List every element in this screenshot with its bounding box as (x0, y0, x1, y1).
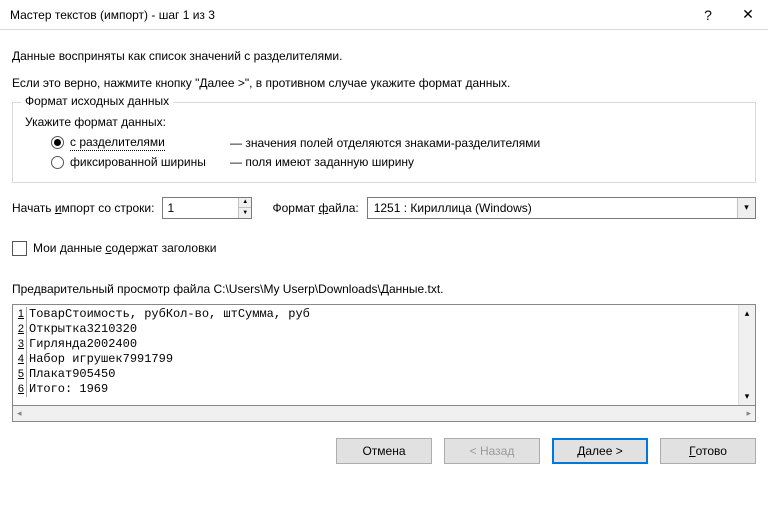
radio-fixed-desc: — поля имеют заданную ширину (230, 155, 414, 169)
preview-line: 1ТоварСтоимость, рубКол-во, штСумма, руб (15, 307, 738, 322)
file-format-select[interactable]: 1251 : Кириллица (Windows) ▾ (367, 197, 756, 219)
cancel-button[interactable]: Отмена (336, 438, 432, 464)
line-text: Гирлянда2002400 (29, 337, 137, 352)
finish-button[interactable]: Готово (660, 438, 756, 464)
chevron-down-icon[interactable]: ▾ (737, 198, 755, 218)
scroll-left-icon[interactable]: ◂ (17, 408, 22, 419)
intro-line-1: Данные восприняты как список значений с … (12, 48, 756, 65)
line-text: Набор игрушек7991799 (29, 352, 173, 367)
line-number: 1 (15, 307, 27, 322)
dialog-content: Данные восприняты как список значений с … (0, 30, 768, 422)
preview-lines: 1ТоварСтоимость, рубКол-во, штСумма, руб… (13, 305, 738, 405)
window-title: Мастер текстов (импорт) - шаг 1 из 3 (10, 8, 688, 22)
radio-delimited-desc: — значения полей отделяются знаками-разд… (230, 136, 540, 150)
group-legend: Формат исходных данных (21, 94, 173, 108)
scroll-right-icon[interactable]: ▸ (746, 408, 751, 419)
radio-delimited-label: с разделителями (70, 135, 165, 151)
line-number: 6 (15, 382, 27, 397)
import-start-row: Начать импорт со строки: ▲ ▼ Формат файл… (12, 197, 756, 219)
line-text: Открытка3210320 (29, 322, 137, 337)
radio-fixed-input[interactable] (51, 156, 64, 169)
scroll-down-icon[interactable]: ▾ (739, 388, 755, 405)
next-button[interactable]: Далее > (552, 438, 648, 464)
line-text: ТоварСтоимость, рубКол-во, штСумма, руб (29, 307, 310, 322)
headers-checkbox[interactable] (12, 241, 27, 256)
vertical-scrollbar[interactable]: ▴ ▾ (738, 305, 755, 405)
format-prompt: Укажите формат данных: (25, 115, 745, 129)
scroll-up-icon[interactable]: ▴ (739, 305, 755, 322)
dialog-buttons: Отмена < Назад Далее > Готово (0, 426, 768, 476)
source-format-group: Формат исходных данных Укажите формат да… (12, 102, 756, 183)
spinner-down-icon[interactable]: ▼ (239, 207, 251, 218)
intro-line-2: Если это верно, нажмите кнопку "Далее >"… (12, 75, 756, 92)
preview-box: 1ТоварСтоимость, рубКол-во, штСумма, руб… (12, 304, 756, 406)
start-row-input[interactable] (163, 198, 238, 218)
radio-fixed-label: фиксированной ширины (70, 155, 220, 170)
line-number: 2 (15, 322, 27, 337)
preview-line: 6Итого: 1969 (15, 382, 738, 397)
spinner-up-icon[interactable]: ▲ (239, 198, 251, 208)
back-button[interactable]: < Назад (444, 438, 540, 464)
headers-checkbox-row[interactable]: Мои данные содержат заголовки (12, 241, 756, 256)
radio-delimited[interactable]: с разделителями — значения полей отделяю… (51, 135, 745, 151)
radio-delimited-input[interactable] (51, 136, 64, 149)
help-button[interactable]: ? (688, 0, 728, 30)
preview-label: Предварительный просмотр файла C:\Users\… (12, 282, 756, 296)
file-format-label: Формат файла: (272, 201, 358, 215)
preview-line: 4Набор игрушек7991799 (15, 352, 738, 367)
line-number: 3 (15, 337, 27, 352)
start-row-spinner[interactable]: ▲ ▼ (162, 197, 252, 219)
headers-checkbox-label: Мои данные содержат заголовки (33, 241, 216, 255)
line-text: Итого: 1969 (29, 382, 108, 397)
titlebar: Мастер текстов (импорт) - шаг 1 из 3 ? ✕ (0, 0, 768, 30)
start-row-label: Начать импорт со строки: (12, 201, 154, 215)
line-number: 5 (15, 367, 27, 382)
close-button[interactable]: ✕ (728, 0, 768, 30)
preview-line: 3Гирлянда2002400 (15, 337, 738, 352)
line-text: Плакат905450 (29, 367, 115, 382)
preview-line: 5Плакат905450 (15, 367, 738, 382)
preview-line: 2Открытка3210320 (15, 322, 738, 337)
file-format-value: 1251 : Кириллица (Windows) (368, 198, 737, 218)
radio-fixed-width[interactable]: фиксированной ширины — поля имеют заданн… (51, 155, 745, 170)
line-number: 4 (15, 352, 27, 367)
horizontal-scrollbar[interactable]: ◂ ▸ (12, 405, 756, 422)
